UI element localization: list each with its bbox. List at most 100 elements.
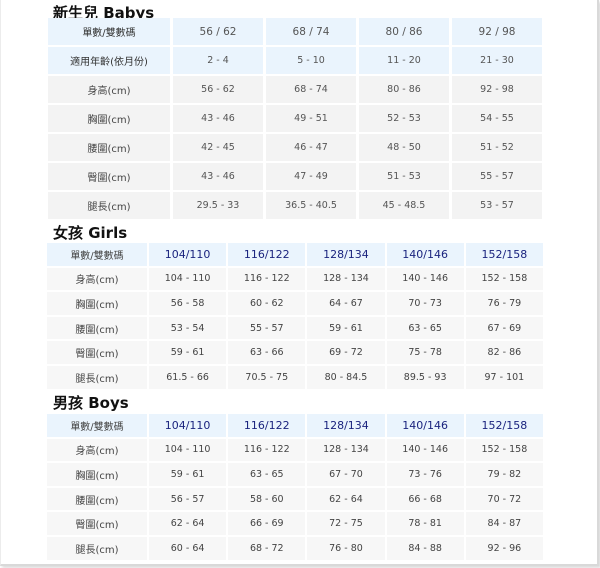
table-cell: 69 - 72 [307, 341, 385, 364]
table-cell: 116 - 122 [228, 438, 306, 462]
row-label: 胸圍(cm) [47, 463, 147, 486]
table-cell: 92 - 96 [465, 536, 543, 560]
size-header: 128/134 [307, 414, 385, 437]
table-cell: 11 - 20 [359, 47, 449, 74]
table-row-chest: 胸圍(cm) 56 - 58 60 - 62 64 - 67 70 - 73 7… [47, 292, 543, 315]
row-label: 臀圍(cm) [47, 512, 147, 535]
table-cell: 140 - 146 [386, 438, 464, 462]
table-cell: 43 - 46 [173, 105, 263, 132]
table-cell: 63 - 65 [386, 316, 464, 340]
size-header: 140/146 [386, 243, 464, 266]
table-cell: 80 - 86 [359, 76, 449, 103]
table-row-height: 身高(cm) 56 - 62 68 - 74 80 - 86 92 - 98 [48, 76, 542, 103]
table-cell: 67 - 70 [307, 463, 385, 486]
table-header-row: 單數/雙數碼 56 / 62 68 / 74 80 / 86 92 / 98 [48, 18, 542, 45]
size-header: 80 / 86 [359, 18, 449, 45]
size-header: 128/134 [307, 243, 385, 266]
table-cell: 55 - 57 [228, 316, 306, 340]
table-header-row: 單數/雙數碼 104/110 116/122 128/134 140/146 1… [47, 414, 543, 437]
table-cell: 79 - 82 [465, 463, 543, 486]
header-label: 單數/雙數碼 [48, 18, 170, 45]
table-cell: 72 - 75 [307, 512, 385, 535]
table-cell: 92 - 98 [452, 76, 542, 103]
table-header-row: 單數/雙數碼 104/110 116/122 128/134 140/146 1… [47, 243, 543, 266]
row-label: 腿長(cm) [47, 365, 147, 389]
table-cell: 45 - 48.5 [359, 192, 449, 219]
table-cell: 51 - 53 [359, 163, 449, 190]
boys-size-table: 單數/雙數碼 104/110 116/122 128/134 140/146 1… [45, 412, 545, 562]
table-cell: 36.5 - 40.5 [266, 192, 356, 219]
table-row-age: 適用年齡(依月份) 2 - 4 5 - 10 11 - 20 21 - 30 [48, 47, 542, 74]
row-label: 身高(cm) [48, 76, 170, 103]
header-label: 單數/雙數碼 [47, 414, 147, 437]
row-label: 腰圍(cm) [48, 134, 170, 161]
table-cell: 62 - 64 [307, 487, 385, 511]
table-cell: 70 - 73 [386, 292, 464, 315]
table-cell: 58 - 60 [228, 487, 306, 511]
table-cell: 63 - 65 [228, 463, 306, 486]
table-row-waist: 腰圍(cm) 53 - 54 55 - 57 59 - 61 63 - 65 6… [47, 316, 543, 340]
table-cell: 2 - 4 [173, 47, 263, 74]
row-label: 臀圍(cm) [48, 163, 170, 190]
table-cell: 21 - 30 [452, 47, 542, 74]
table-cell: 89.5 - 93 [386, 365, 464, 389]
row-label: 胸圍(cm) [48, 105, 170, 132]
table-row-height: 身高(cm) 104 - 110 116 - 122 128 - 134 140… [47, 267, 543, 291]
table-cell: 46 - 47 [266, 134, 356, 161]
size-header: 152/158 [465, 243, 543, 266]
table-cell: 68 - 74 [266, 76, 356, 103]
table-cell: 76 - 79 [465, 292, 543, 315]
table-cell: 42 - 45 [173, 134, 263, 161]
table-cell: 104 - 110 [149, 438, 227, 462]
table-cell: 152 - 158 [465, 438, 543, 462]
row-label: 身高(cm) [47, 267, 147, 291]
table-cell: 59 - 61 [307, 316, 385, 340]
table-cell: 59 - 61 [149, 341, 227, 364]
table-cell: 66 - 68 [386, 487, 464, 511]
table-cell: 152 - 158 [465, 267, 543, 291]
table-row-waist: 腰圍(cm) 42 - 45 46 - 47 48 - 50 51 - 52 [48, 134, 542, 161]
table-cell: 67 - 69 [465, 316, 543, 340]
table-cell: 60 - 62 [228, 292, 306, 315]
size-header: 104/110 [149, 414, 227, 437]
table-cell: 70.5 - 75 [228, 365, 306, 389]
table-cell: 60 - 64 [149, 536, 227, 560]
table-cell: 49 - 51 [266, 105, 356, 132]
table-cell: 78 - 81 [386, 512, 464, 535]
table-cell: 56 - 62 [173, 76, 263, 103]
table-cell: 47 - 49 [266, 163, 356, 190]
table-cell: 62 - 64 [149, 512, 227, 535]
table-row-leg: 腿長(cm) 29.5 - 33 36.5 - 40.5 45 - 48.5 5… [48, 192, 542, 219]
table-cell: 73 - 76 [386, 463, 464, 486]
table-row-leg: 腿長(cm) 61.5 - 66 70.5 - 75 80 - 84.5 89.… [47, 365, 543, 389]
boys-section-title: 男孩 Boys [53, 394, 129, 412]
table-cell: 29.5 - 33 [173, 192, 263, 219]
table-row-leg: 腿長(cm) 60 - 64 68 - 72 76 - 80 84 - 88 9… [47, 536, 543, 560]
table-cell: 80 - 84.5 [307, 365, 385, 389]
size-header: 92 / 98 [452, 18, 542, 45]
table-cell: 48 - 50 [359, 134, 449, 161]
table-cell: 116 - 122 [228, 267, 306, 291]
size-header: 116/122 [228, 414, 306, 437]
table-cell: 104 - 110 [149, 267, 227, 291]
table-cell: 128 - 134 [307, 267, 385, 291]
table-cell: 70 - 72 [465, 487, 543, 511]
table-cell: 76 - 80 [307, 536, 385, 560]
size-header: 68 / 74 [266, 18, 356, 45]
table-cell: 84 - 87 [465, 512, 543, 535]
table-cell: 56 - 57 [149, 487, 227, 511]
table-cell: 54 - 55 [452, 105, 542, 132]
table-cell: 52 - 53 [359, 105, 449, 132]
table-row-hip: 臀圍(cm) 43 - 46 47 - 49 51 - 53 55 - 57 [48, 163, 542, 190]
table-cell: 140 - 146 [386, 267, 464, 291]
table-cell: 64 - 67 [307, 292, 385, 315]
table-row-waist: 腰圍(cm) 56 - 57 58 - 60 62 - 64 66 - 68 7… [47, 487, 543, 511]
girls-size-table: 單數/雙數碼 104/110 116/122 128/134 140/146 1… [45, 241, 545, 391]
table-cell: 128 - 134 [307, 438, 385, 462]
table-cell: 51 - 52 [452, 134, 542, 161]
header-label: 單數/雙數碼 [47, 243, 147, 266]
row-label: 身高(cm) [47, 438, 147, 462]
size-header: 104/110 [149, 243, 227, 266]
size-chart-page: 新生兒 Babys 單數/雙數碼 56 / 62 68 / 74 80 / 86… [0, 0, 599, 566]
row-label: 腰圍(cm) [47, 316, 147, 340]
